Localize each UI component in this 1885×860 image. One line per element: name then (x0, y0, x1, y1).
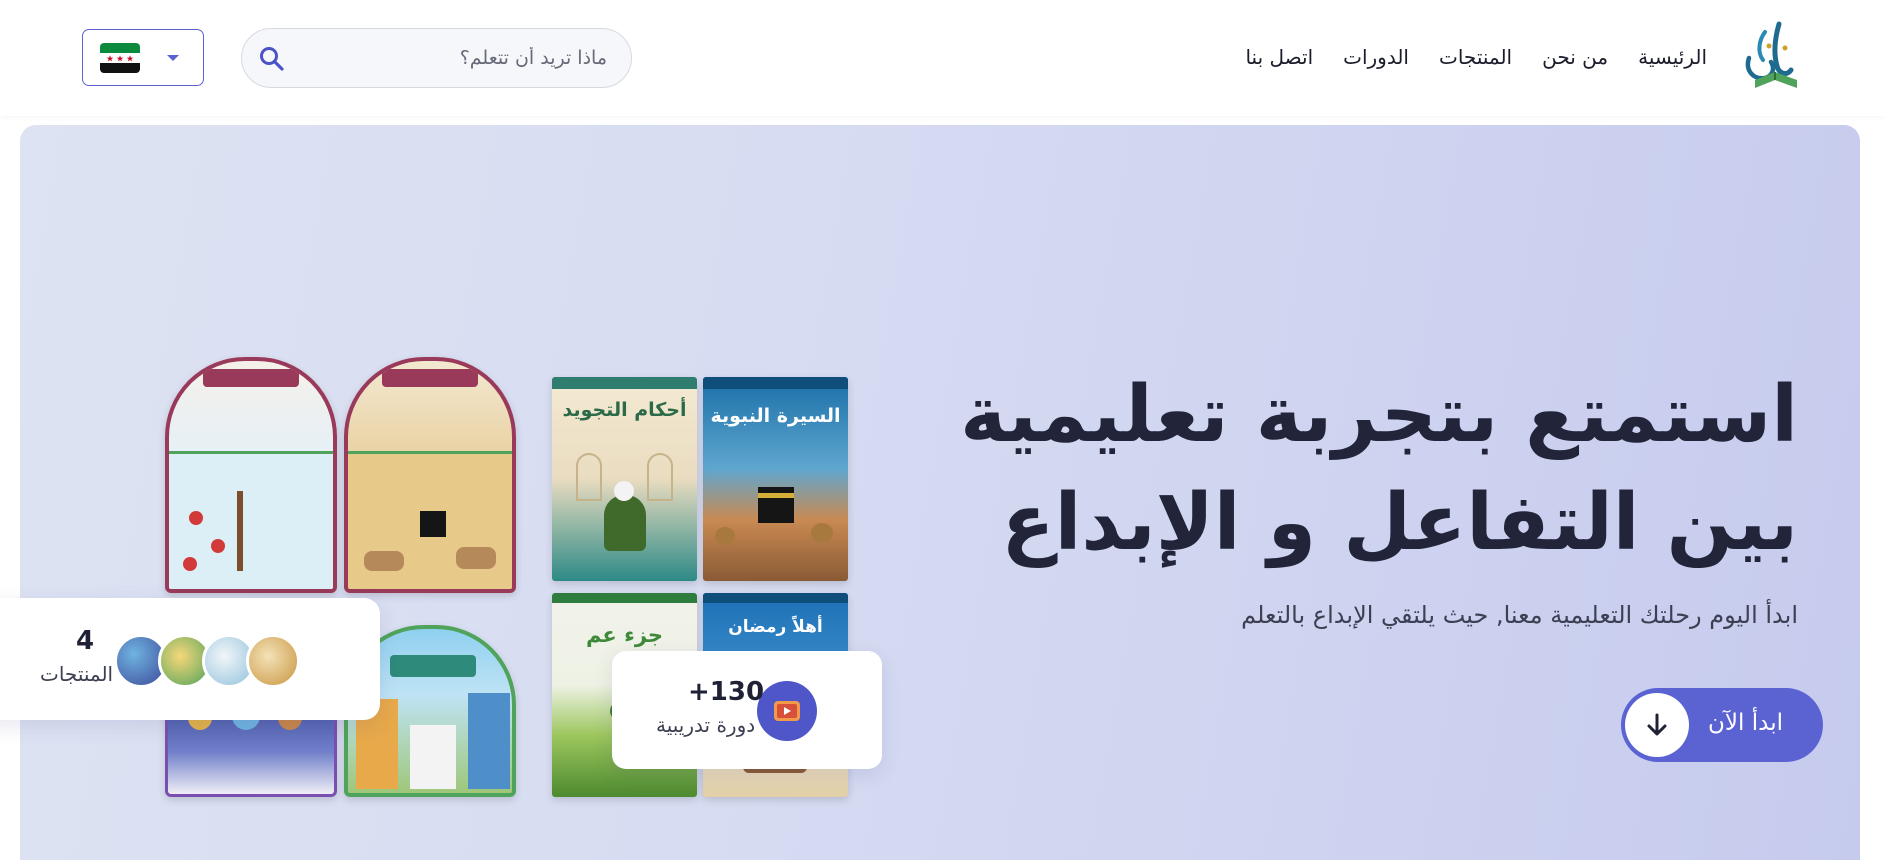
activity-board-gold[interactable] (344, 357, 516, 593)
products-stat-card: 4 المنتجات (0, 598, 380, 720)
nav-contact[interactable]: اتصل بنا (1245, 40, 1313, 74)
courses-label: دورة تدريبية (656, 713, 756, 737)
hero-headline: استمتع بتجربة تعليمية بين التفاعل و الإب… (938, 361, 1798, 577)
search-icon[interactable] (258, 45, 286, 73)
page: الرئيسية من نحن المنتجات الدورات اتصل بن… (0, 0, 1885, 860)
language-selector[interactable] (82, 29, 204, 86)
site-logo[interactable] (1735, 18, 1813, 96)
reader-illustration (604, 495, 646, 551)
search-input[interactable] (292, 29, 617, 87)
book-cover-tajweed[interactable]: أحكام التجويد (552, 377, 697, 581)
chevron-down-icon (167, 55, 179, 61)
hero-subtitle: ابدأ اليوم رحلتك التعليمية معنا, حيث يلت… (1241, 601, 1798, 629)
cta-arrow-circle (1625, 693, 1689, 757)
hero-headline-line1: استمتع بتجربة تعليمية (960, 370, 1798, 460)
product-thumbnail[interactable] (246, 634, 300, 688)
nav-products[interactable]: المنتجات (1439, 40, 1512, 74)
video-icon (757, 681, 817, 741)
search-bar (241, 28, 632, 88)
book-title-seerah: السيرة النبوية (710, 405, 841, 427)
hero-section: استمتع بتجربة تعليمية بين التفاعل و الإب… (20, 125, 1860, 860)
courses-count: +130 (688, 677, 765, 707)
nav-home[interactable]: الرئيسية (1638, 40, 1707, 74)
hero-headline-line2: بين التفاعل و الإبداع (1001, 478, 1798, 568)
book-cover-seerah[interactable]: السيرة النبوية (703, 377, 848, 581)
arrow-down-icon (1647, 713, 1667, 736)
courses-stat-card: +130 دورة تدريبية (612, 651, 882, 769)
nav-about[interactable]: من نحن (1542, 40, 1608, 74)
start-now-label: ابدأ الآن (1708, 710, 1783, 736)
activity-board-blue[interactable] (165, 357, 337, 593)
main-nav: الرئيسية من نحن المنتجات الدورات اتصل بن… (1245, 40, 1707, 74)
products-count: 4 (76, 626, 95, 656)
site-header: الرئيسية من نحن المنتجات الدورات اتصل بن… (0, 0, 1885, 116)
products-label: المنتجات (40, 662, 114, 686)
book-title-juz-amma: جزء عم (585, 623, 664, 647)
nav-courses[interactable]: الدورات (1343, 40, 1409, 74)
start-now-button[interactable]: ابدأ الآن (1621, 688, 1823, 762)
book-title-tajweed: أحكام التجويد (562, 399, 687, 421)
book-title-ramadan: أهلاً رمضان (728, 617, 823, 637)
product-thumbnails (114, 634, 304, 688)
syria-flag-icon (100, 43, 140, 73)
